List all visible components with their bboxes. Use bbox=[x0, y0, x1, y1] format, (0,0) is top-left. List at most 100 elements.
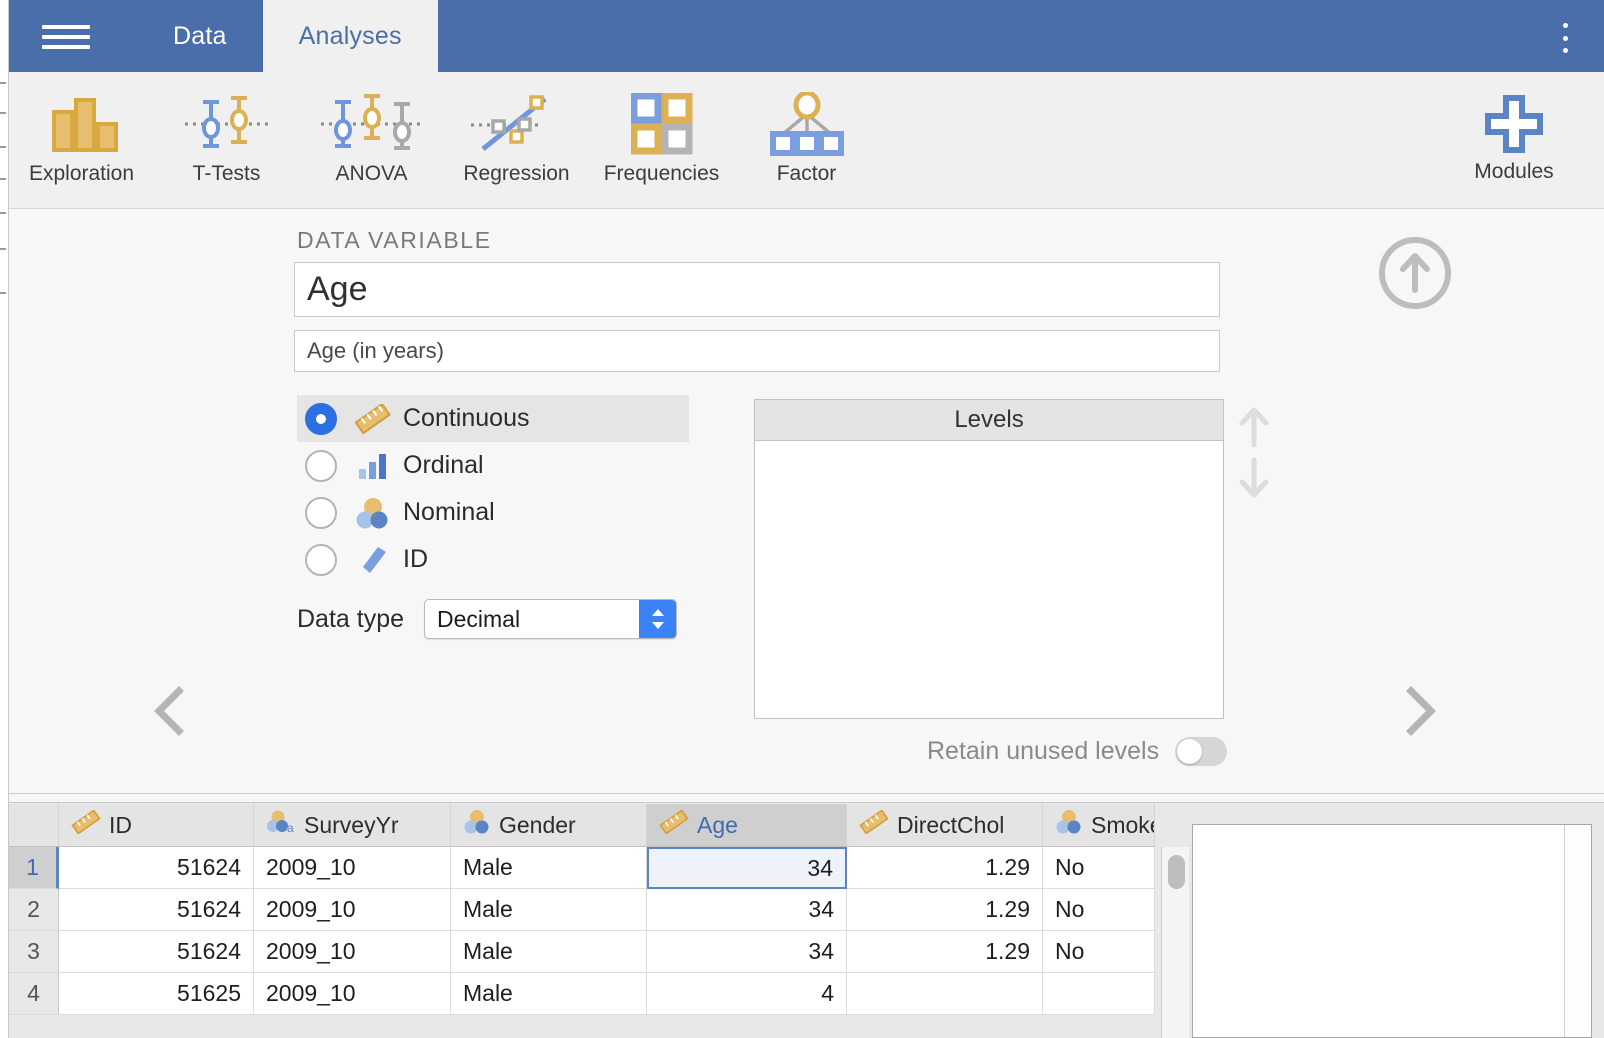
row-number[interactable]: 2 bbox=[9, 889, 59, 931]
ribbon-regression-label: Regression bbox=[463, 162, 569, 186]
column-header-gender[interactable]: Gender bbox=[451, 804, 647, 847]
column-header-id[interactable]: ID bbox=[59, 804, 254, 847]
cell-directchol[interactable]: 1.29 bbox=[847, 889, 1043, 931]
ribbon-factor[interactable]: Factor bbox=[734, 72, 879, 209]
cell-surveyyr[interactable]: 2009_10 bbox=[254, 973, 451, 1015]
cell-directchol[interactable]: 1.29 bbox=[847, 847, 1043, 889]
ribbon-regression[interactable]: Regression bbox=[444, 72, 589, 209]
cell-directchol[interactable] bbox=[847, 973, 1043, 1015]
variable-editor-panel: DATA VARIABLE bbox=[9, 209, 1604, 794]
hamburger-icon[interactable] bbox=[42, 22, 90, 52]
cell-gender[interactable]: Male bbox=[451, 973, 647, 1015]
tab-analyses-label: Analyses bbox=[299, 22, 402, 51]
column-header-surveyyr-label: SurveyYr bbox=[304, 812, 399, 839]
radio-id[interactable] bbox=[305, 544, 337, 576]
cell-directchol[interactable]: 1.29 bbox=[847, 931, 1043, 973]
column-header-age[interactable]: Age bbox=[647, 804, 847, 847]
radio-continuous[interactable] bbox=[305, 403, 337, 435]
tab-analyses[interactable]: Analyses bbox=[263, 0, 438, 72]
cell-id[interactable]: 51624 bbox=[59, 847, 254, 889]
table-row[interactable]: 4 51625 2009_10 Male 4 bbox=[9, 973, 1155, 1015]
results-scrollbar[interactable] bbox=[1564, 825, 1591, 1037]
column-header-directchol[interactable]: DirectChol bbox=[847, 804, 1043, 847]
cell-id[interactable]: 51625 bbox=[59, 973, 254, 1015]
data-type-select[interactable]: Decimal bbox=[424, 599, 677, 639]
table-row[interactable]: 2 51624 2009_10 Male 34 1.29 No bbox=[9, 889, 1155, 931]
cell-gender[interactable]: Male bbox=[451, 847, 647, 889]
cell-smoke[interactable]: No bbox=[1043, 847, 1155, 889]
cell-id[interactable]: 51624 bbox=[59, 889, 254, 931]
measure-type-id[interactable]: ID bbox=[297, 536, 689, 583]
cell-smoke[interactable]: No bbox=[1043, 931, 1155, 973]
cell-age[interactable]: 34 bbox=[647, 931, 847, 973]
retain-unused-levels-toggle[interactable] bbox=[1175, 737, 1227, 766]
cell-surveyyr[interactable]: 2009_10 bbox=[254, 847, 451, 889]
plus-cross-icon bbox=[1485, 88, 1543, 160]
radio-ordinal[interactable] bbox=[305, 450, 337, 482]
arrow-down-icon[interactable] bbox=[1237, 456, 1271, 505]
cell-age[interactable]: 4 bbox=[647, 973, 847, 1015]
table-row[interactable]: 1 51624 2009_10 Male 34 1.29 No bbox=[9, 847, 1155, 889]
ribbon-frequencies[interactable]: Frequencies bbox=[589, 72, 734, 209]
window-edge-divider bbox=[8, 0, 9, 1038]
grid-table: ID a SurveyYr bbox=[9, 804, 1155, 1015]
ruler-icon bbox=[859, 810, 889, 840]
circle-arrow-up-icon[interactable] bbox=[1376, 234, 1454, 317]
measure-type-ordinal[interactable]: Ordinal bbox=[297, 442, 689, 489]
ribbon-anova-label: ANOVA bbox=[336, 162, 408, 186]
results-content[interactable] bbox=[1192, 824, 1592, 1038]
column-header-directchol-label: DirectChol bbox=[897, 812, 1004, 839]
chevron-left-icon[interactable] bbox=[149, 685, 193, 742]
column-header-smoke[interactable]: Smoke bbox=[1043, 804, 1155, 847]
cell-smoke[interactable] bbox=[1043, 973, 1155, 1015]
data-type-value: Decimal bbox=[437, 606, 520, 633]
measure-type-nominal[interactable]: Nominal bbox=[297, 489, 689, 536]
data-grid: ID a SurveyYr bbox=[9, 795, 1189, 1038]
arrow-up-icon[interactable] bbox=[1237, 405, 1271, 454]
chevron-right-icon[interactable] bbox=[1397, 685, 1441, 742]
cell-age-selected[interactable]: 34 bbox=[647, 847, 847, 889]
radio-nominal[interactable] bbox=[305, 497, 337, 529]
kebab-menu-icon[interactable] bbox=[1548, 18, 1582, 58]
nominal-circles-icon bbox=[351, 497, 395, 529]
updown-stepper-icon[interactable] bbox=[639, 600, 676, 638]
grid-top-strip bbox=[9, 795, 1189, 803]
results-top-strip bbox=[1189, 795, 1604, 803]
variable-name-input[interactable] bbox=[294, 262, 1220, 317]
column-header-id-label: ID bbox=[109, 812, 132, 839]
scrollbar-thumb[interactable] bbox=[1168, 855, 1185, 889]
cell-surveyyr[interactable]: 2009_10 bbox=[254, 889, 451, 931]
ribbon-modules[interactable]: Modules bbox=[1434, 72, 1594, 209]
ttest-errorbar-icon bbox=[181, 88, 273, 160]
row-number[interactable]: 1 bbox=[9, 847, 59, 889]
cell-smoke[interactable]: No bbox=[1043, 889, 1155, 931]
cell-age[interactable]: 34 bbox=[647, 889, 847, 931]
ruler-icon bbox=[71, 810, 101, 840]
svg-text:a: a bbox=[287, 821, 294, 835]
variable-description-input[interactable] bbox=[294, 330, 1220, 372]
data-type-label: Data type bbox=[297, 605, 404, 634]
column-header-age-label: Age bbox=[697, 812, 738, 839]
ribbon-exploration[interactable]: Exploration bbox=[9, 72, 154, 209]
cell-surveyyr[interactable]: 2009_10 bbox=[254, 931, 451, 973]
grid-vertical-scrollbar[interactable] bbox=[1161, 847, 1189, 1038]
cell-id[interactable]: 51624 bbox=[59, 931, 254, 973]
levels-header: Levels bbox=[755, 400, 1223, 441]
measure-type-list: Continuous Ordinal bbox=[297, 395, 689, 583]
ribbon-ttests[interactable]: T-Tests bbox=[154, 72, 299, 209]
table-row[interactable]: 3 51624 2009_10 Male 34 1.29 No bbox=[9, 931, 1155, 973]
retain-unused-levels-row: Retain unused levels bbox=[927, 737, 1227, 766]
levels-list[interactable] bbox=[755, 441, 1223, 718]
tab-data[interactable]: Data bbox=[137, 0, 263, 72]
ribbon-factor-label: Factor bbox=[777, 162, 837, 186]
measure-type-continuous-label: Continuous bbox=[403, 404, 529, 433]
tab-data-label: Data bbox=[173, 22, 227, 51]
row-number[interactable]: 4 bbox=[9, 973, 59, 1015]
measure-type-continuous[interactable]: Continuous bbox=[297, 395, 689, 442]
ribbon-anova[interactable]: ANOVA bbox=[299, 72, 444, 209]
bar-chart-icon bbox=[46, 88, 118, 160]
row-number[interactable]: 3 bbox=[9, 931, 59, 973]
cell-gender[interactable]: Male bbox=[451, 931, 647, 973]
column-header-surveyyr[interactable]: a SurveyYr bbox=[254, 804, 451, 847]
cell-gender[interactable]: Male bbox=[451, 889, 647, 931]
